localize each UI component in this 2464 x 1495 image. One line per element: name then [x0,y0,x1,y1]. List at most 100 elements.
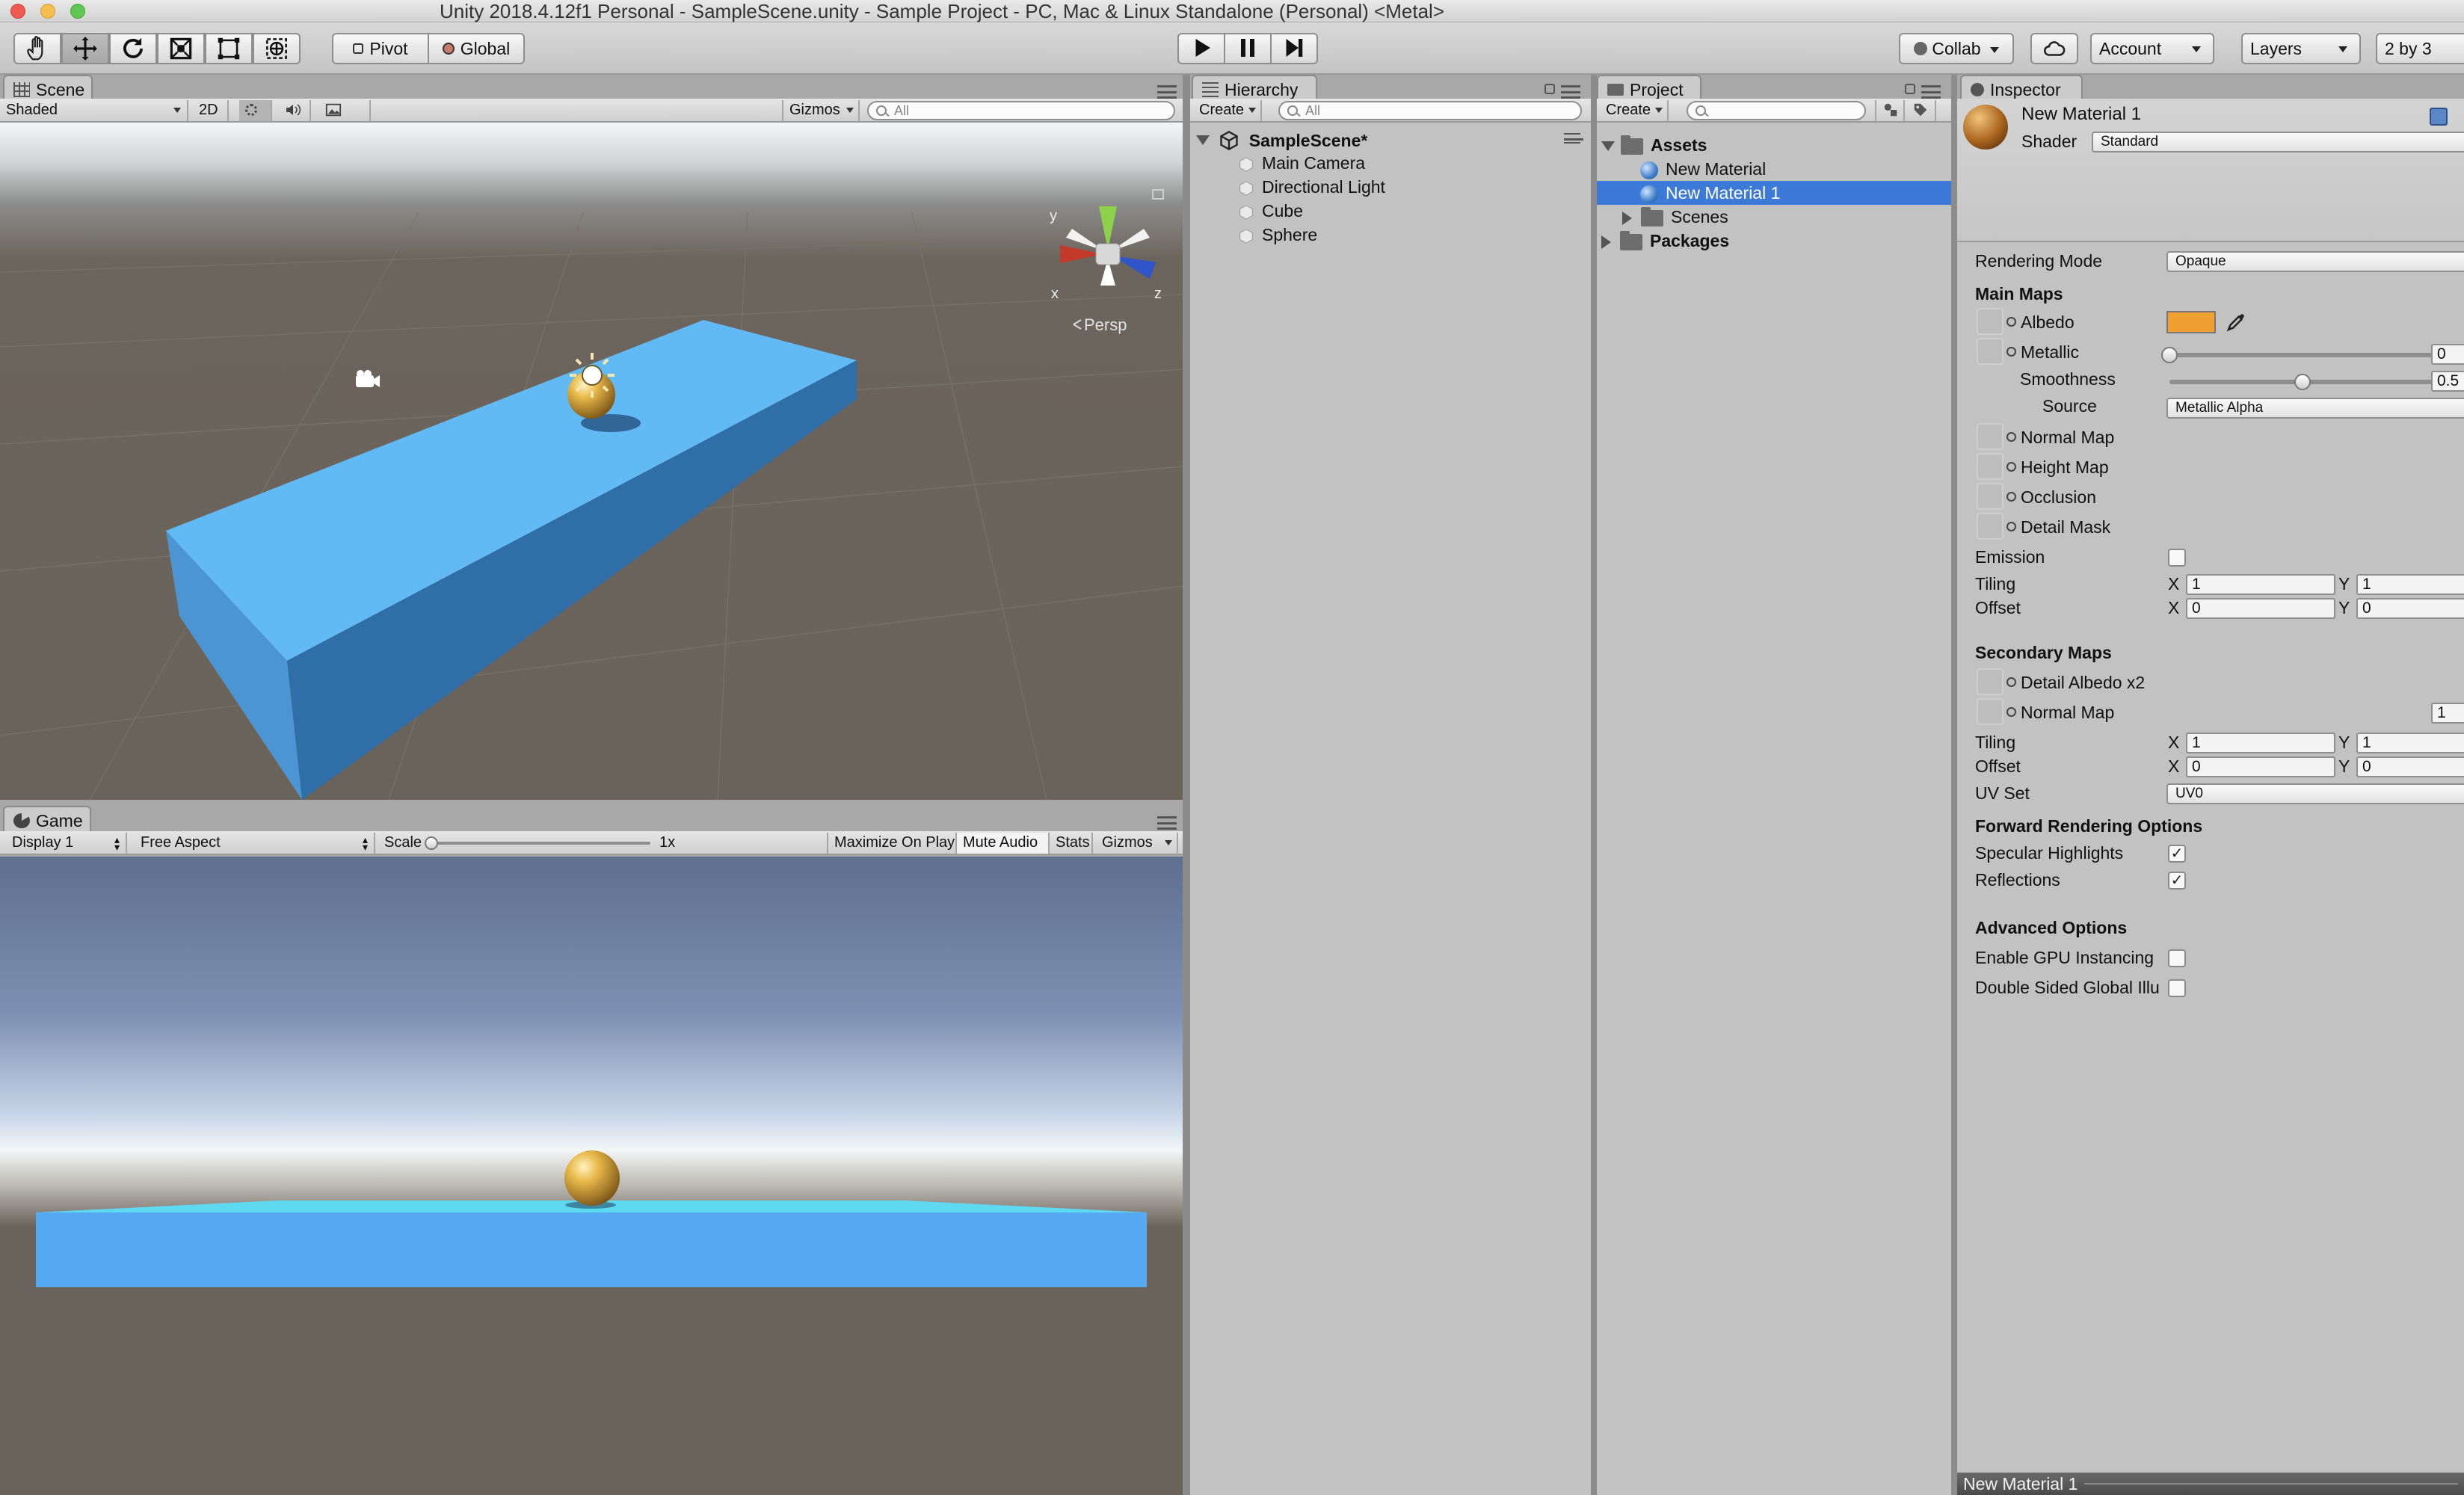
metallic-value-field[interactable]: 0 [2431,344,2464,365]
hand-tool-button[interactable] [13,33,61,64]
assets-folder-row[interactable]: Assets [1601,133,1945,157]
play-button[interactable] [1177,33,1225,64]
stats-toggle[interactable]: Stats [1050,833,1093,854]
gizmo-lock-icon[interactable] [1152,189,1164,200]
hierarchy-item[interactable]: Directional Light [1238,175,1582,199]
projection-mode-label[interactable]: Persp [1084,315,1127,335]
offset-y-field[interactable]: 0 [2356,598,2464,619]
metallic-slider-track[interactable] [2169,353,2436,357]
scene-lighting-toggle[interactable] [239,100,272,121]
metallic-slider-handle[interactable] [2161,347,2178,363]
albedo-color-swatch[interactable] [2166,311,2216,333]
gpu-instancing-checkbox[interactable] [2168,949,2186,967]
scene-row-menu-icon[interactable] [1564,133,1583,144]
global-toggle-button[interactable]: Global [428,33,525,64]
hierarchy-create-dropdown[interactable]: Create [1193,100,1262,121]
object-picker-icon[interactable] [2006,317,2016,327]
2d-toggle-button[interactable]: 2D [193,100,229,121]
normal-map-texture-slot[interactable] [1977,423,2003,450]
panel-menu-icon[interactable] [1157,85,1177,99]
display-dropdown[interactable]: Display 1 ▴ ▾ [6,833,127,854]
lock-icon[interactable] [1544,84,1555,94]
project-create-dropdown[interactable]: Create [1600,100,1669,121]
eyedropper-icon[interactable] [2225,311,2247,333]
transform-tool-button[interactable] [253,33,301,64]
shading-mode-dropdown[interactable]: Shaded [0,100,188,121]
hierarchy-search-input[interactable]: All [1278,101,1582,120]
object-picker-icon[interactable] [2006,347,2016,357]
object-picker-icon[interactable] [2006,522,2016,532]
panel-menu-icon[interactable] [1561,85,1580,99]
packages-folder-row[interactable]: Packages [1601,229,1945,253]
object-picker-icon[interactable] [2006,492,2016,502]
mute-audio-toggle[interactable]: Mute Audio [957,833,1050,854]
smoothness-value-field[interactable]: 0.5 [2431,371,2464,392]
detail-albedo-texture-slot[interactable] [1977,668,2003,695]
secondary-normal-map-texture-slot[interactable] [1977,698,2003,725]
object-picker-icon[interactable] [2006,432,2016,443]
hierarchy-item[interactable]: Main Camera [1238,151,1582,175]
metallic-texture-slot[interactable] [1977,338,2003,365]
game-viewport[interactable] [0,857,1183,1495]
step-button[interactable] [1270,33,1318,64]
tab-inspector[interactable]: Inspector [1960,75,2083,100]
secondary-offset-x-field[interactable]: 0 [2186,756,2335,777]
scene-gizmos-dropdown[interactable]: Gizmos [782,100,860,121]
layout-dropdown[interactable]: 2 by 3 [2376,33,2464,64]
height-map-texture-slot[interactable] [1977,453,2003,480]
tiling-y-field[interactable]: 1 [2356,574,2464,595]
scene-viewport[interactable]: y x z Persp [0,123,1183,800]
offset-x-field[interactable]: 0 [2186,598,2335,619]
object-picker-icon[interactable] [2006,707,2016,718]
panel-menu-icon[interactable] [1157,816,1177,830]
scale-slider-handle[interactable] [425,836,438,850]
pause-button[interactable] [1224,33,1272,64]
panel-menu-icon[interactable] [1921,85,1941,99]
lock-icon[interactable] [1905,84,1915,94]
scene-search-input[interactable]: All [867,101,1175,120]
shader-dropdown[interactable]: Standard [2092,132,2464,152]
albedo-texture-slot[interactable] [1977,308,2003,335]
aspect-dropdown[interactable]: Free Aspect ▴ ▾ [135,833,375,854]
scene-orientation-gizmo[interactable] [1060,206,1156,286]
directional-light-icon[interactable] [570,353,615,398]
scene-effects-dropdown[interactable] [318,100,371,121]
specular-highlights-checkbox[interactable]: ✓ [2168,845,2186,863]
detail-mask-texture-slot[interactable] [1977,513,2003,540]
project-item-selected[interactable]: New Material 1 [1597,181,1951,205]
hierarchy-item[interactable]: Sphere [1238,223,1582,247]
scale-slider-track[interactable] [429,842,650,845]
move-tool-button[interactable] [61,33,109,64]
tab-hierarchy[interactable]: Hierarchy [1192,75,1317,100]
emission-checkbox[interactable] [2168,549,2186,567]
double-sided-gi-checkbox[interactable] [2168,979,2186,997]
secondary-normal-scale-field[interactable]: 1 [2431,703,2464,724]
tab-scene[interactable]: Scene [3,75,93,100]
secondary-tiling-y-field[interactable]: 1 [2356,733,2464,753]
preview-bar[interactable]: New Material 1 [1957,1473,2464,1495]
object-picker-icon[interactable] [2006,462,2016,472]
scene-audio-toggle[interactable] [278,100,311,121]
rotate-tool-button[interactable] [109,33,157,64]
scale-tool-button[interactable] [157,33,205,64]
collab-dropdown[interactable]: Collab [1899,33,2014,64]
source-dropdown[interactable]: Metallic Alpha [2166,398,2464,419]
panel-divider[interactable] [1183,75,1190,1495]
tiling-x-field[interactable]: 1 [2186,574,2335,595]
layers-dropdown[interactable]: Layers [2241,33,2361,64]
occlusion-texture-slot[interactable] [1977,483,2003,510]
secondary-offset-y-field[interactable]: 0 [2356,756,2464,777]
maximize-on-play-toggle[interactable]: Maximize On Play [827,833,957,854]
reflections-checkbox[interactable]: ✓ [2168,872,2186,890]
project-item[interactable]: New Material [1640,157,1947,181]
rendering-mode-dropdown[interactable]: Opaque [2166,251,2464,272]
panel-divider[interactable] [1951,75,1957,1495]
hierarchy-item[interactable]: Cube [1238,199,1582,223]
cloud-services-button[interactable] [2030,33,2078,64]
object-picker-icon[interactable] [2006,677,2016,688]
panel-divider[interactable] [1591,75,1597,1495]
tab-project[interactable]: Project [1597,75,1701,100]
account-dropdown[interactable]: Account [2090,33,2214,64]
uv-set-dropdown[interactable]: UV0 [2166,783,2464,804]
smoothness-slider-handle[interactable] [2294,374,2311,390]
